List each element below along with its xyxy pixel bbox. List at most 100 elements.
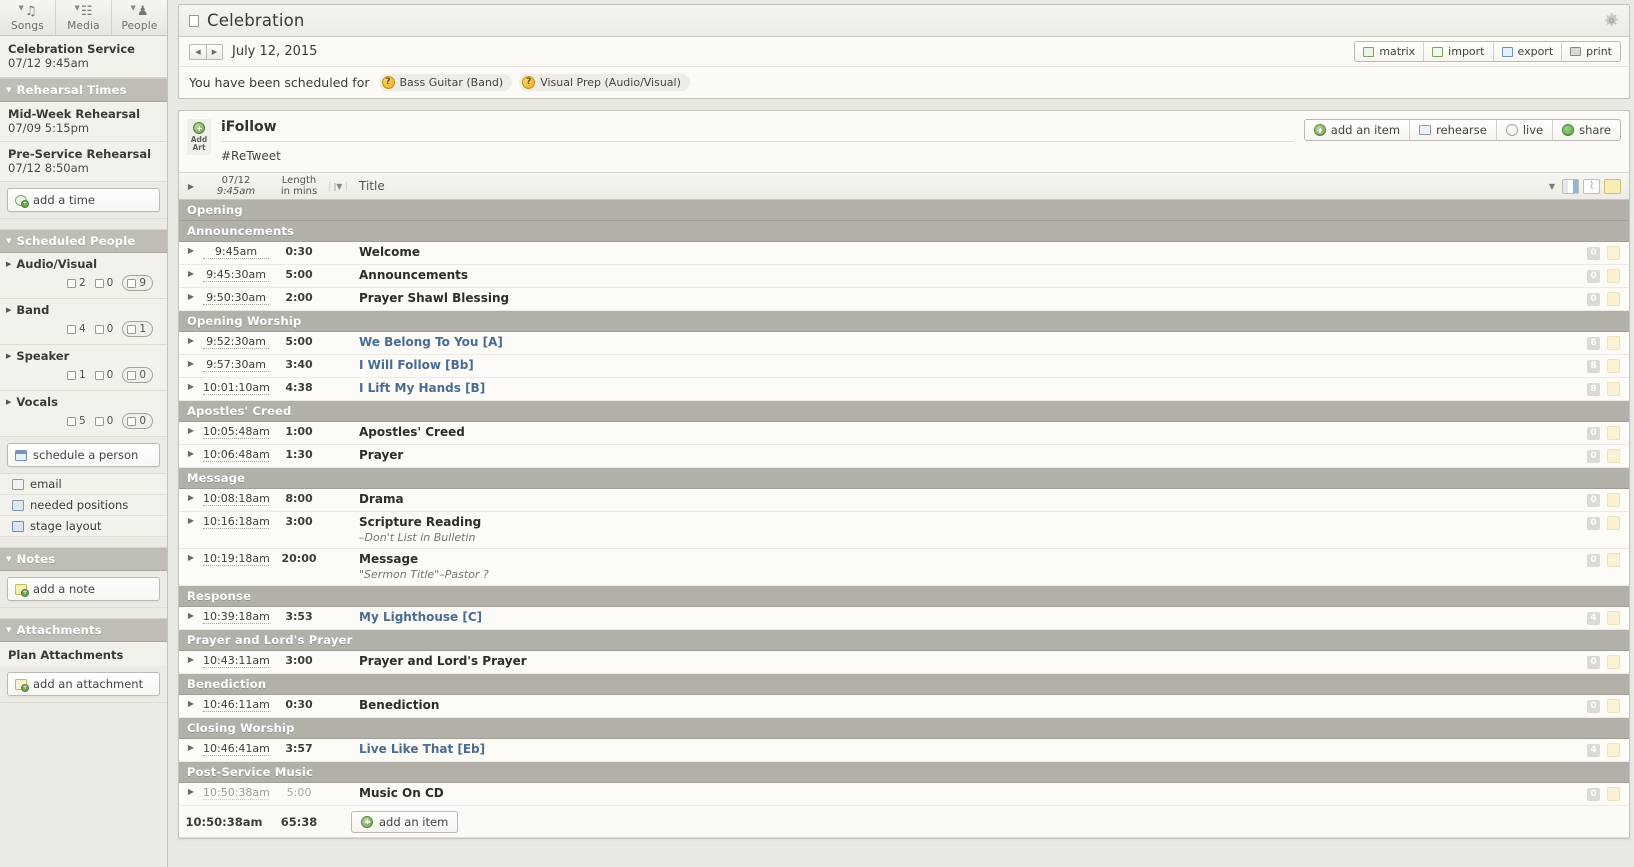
schedule-a-person-button[interactable]: schedule a person xyxy=(7,443,160,467)
scheduled-chip-bass-guitar[interactable]: ? Bass Guitar (Band) xyxy=(378,74,513,91)
live-button[interactable]: live xyxy=(1497,120,1554,140)
plan-item-attachment-count[interactable]: 0 xyxy=(1587,655,1600,669)
expand-all-toggle[interactable]: ▶ xyxy=(179,182,203,191)
plan-item-time[interactable]: 10:16:18am xyxy=(203,515,270,529)
plan-item-time[interactable]: 10:06:48am xyxy=(203,448,270,462)
plan-group-row[interactable]: Announcements xyxy=(179,221,1629,242)
sidebar-link-email[interactable]: email xyxy=(0,474,167,495)
plan-item-song-link[interactable]: I Will Follow [Bb] xyxy=(359,358,1587,373)
expand-item-icon[interactable]: ▶ xyxy=(179,381,203,391)
plan-item-attachment-count[interactable]: 0 xyxy=(1587,292,1600,306)
plan-item-time[interactable]: 10:01:10am xyxy=(203,381,270,395)
plan-item-time[interactable]: 9:50:30am xyxy=(203,291,269,305)
plan-item-time[interactable]: 9:52:30am xyxy=(203,335,269,349)
expand-item-icon[interactable]: ▶ xyxy=(179,742,203,752)
print-button[interactable]: print xyxy=(1562,42,1620,61)
people-group-vocals[interactable]: ▶ Vocals 5 0 0 xyxy=(0,391,167,437)
plan-item-note-icon[interactable] xyxy=(1607,743,1620,757)
plan-item-attachment-count[interactable]: 0 xyxy=(1587,493,1600,507)
share-button[interactable]: share xyxy=(1553,120,1620,140)
plan-item-row[interactable]: ▶ 10:46:41am 3:57 Live Like That [Eb] 4 xyxy=(179,739,1629,762)
plan-item-row[interactable]: ▶ 9:50:30am 2:00 Prayer Shawl Blessing 0 xyxy=(179,288,1629,311)
plan-item-attachment-count[interactable]: 0 xyxy=(1587,787,1600,801)
plan-item-time[interactable]: 10:46:41am xyxy=(203,742,270,756)
expand-item-icon[interactable]: ▶ xyxy=(179,245,203,255)
export-button[interactable]: export xyxy=(1494,42,1563,61)
prev-date-button[interactable]: ◀ xyxy=(189,43,206,60)
plan-item-row[interactable]: ▶ 10:05:48am 1:00 Apostles' Creed 0 xyxy=(179,422,1629,445)
plan-item-note-icon[interactable] xyxy=(1607,359,1620,373)
plan-group-row[interactable]: Benediction xyxy=(179,674,1629,695)
tab-people[interactable]: ▼ ♟ People xyxy=(112,0,167,35)
plan-item-note-icon[interactable] xyxy=(1607,336,1620,350)
expand-item-icon[interactable]: ▶ xyxy=(179,552,203,562)
sort-arrow-icon[interactable]: |▼ xyxy=(329,181,347,191)
plan-group-row[interactable]: Message xyxy=(179,468,1629,489)
plan-item-time[interactable]: 10:39:18am xyxy=(203,610,270,624)
attachment-icon[interactable] xyxy=(1583,178,1600,194)
plan-item-time[interactable]: 9:45:30am xyxy=(203,268,269,282)
plan-item-time[interactable]: 10:05:48am xyxy=(203,425,270,439)
expand-item-icon[interactable]: ▶ xyxy=(179,335,203,345)
plan-item-time[interactable]: 10:46:11am xyxy=(203,698,270,712)
plan-item-attachment-count[interactable]: 4 xyxy=(1587,743,1600,757)
expand-item-icon[interactable]: ▶ xyxy=(179,654,203,664)
plan-item-row[interactable]: ▶ 10:08:18am 8:00 Drama 0 xyxy=(179,489,1629,512)
plan-item-note-icon[interactable] xyxy=(1607,611,1620,625)
plan-item-row[interactable]: ▶ 10:01:10am 4:38 I Lift My Hands [B] 8 xyxy=(179,378,1629,401)
plan-item-note-icon[interactable] xyxy=(1607,787,1620,801)
people-group-band[interactable]: ▶ Band 4 0 1 xyxy=(0,299,167,345)
plan-item-attachment-count[interactable]: 8 xyxy=(1587,359,1600,373)
plan-item-row[interactable]: ▶ 10:46:11am 0:30 Benediction 0 xyxy=(179,695,1629,718)
plan-group-row[interactable]: Apostles' Creed xyxy=(179,401,1629,422)
expand-item-icon[interactable]: ▶ xyxy=(179,448,203,458)
plan-item-song-link[interactable]: Live Like That [Eb] xyxy=(359,742,1587,757)
plan-group-row[interactable]: Post-Service Music xyxy=(179,762,1629,783)
plan-item-time[interactable]: 9:57:30am xyxy=(203,358,269,372)
plan-item-time[interactable]: 10:19:18am xyxy=(203,552,270,566)
plan-item-song-link[interactable]: I Lift My Hands [B] xyxy=(359,381,1587,396)
plan-item-song-link[interactable]: My Lighthouse [C] xyxy=(359,610,1587,625)
next-date-button[interactable]: ▶ xyxy=(206,43,223,60)
expand-item-icon[interactable]: ▶ xyxy=(179,425,203,435)
plan-item-song-link[interactable]: We Belong To You [A] xyxy=(359,335,1587,350)
plan-item-time[interactable]: 9:45am xyxy=(203,245,269,259)
plan-item-attachment-count[interactable]: 0 xyxy=(1587,516,1600,530)
gear-icon[interactable] xyxy=(1604,13,1619,28)
expand-item-icon[interactable]: ▶ xyxy=(179,698,203,708)
plan-group-row[interactable]: Closing Worship xyxy=(179,718,1629,739)
add-attachment-button[interactable]: + add an attachment xyxy=(7,672,160,696)
plan-item-row[interactable]: ▶ 10:39:18am 3:53 My Lighthouse [C] 4 xyxy=(179,607,1629,630)
tab-media[interactable]: ▼ ☷ Media xyxy=(56,0,112,35)
expand-item-icon[interactable]: ▶ xyxy=(179,610,203,620)
plan-item-row[interactable]: ▶ 10:16:18am 3:00 Scripture Reading –Don't L… xyxy=(179,512,1629,549)
plan-item-note-icon[interactable] xyxy=(1607,553,1620,567)
plan-item-note-icon[interactable] xyxy=(1607,699,1620,713)
matrix-button[interactable]: matrix xyxy=(1355,42,1425,61)
plan-item-note-icon[interactable] xyxy=(1607,382,1620,396)
footer-add-item-button[interactable]: add an item xyxy=(351,810,459,833)
plan-item-row[interactable]: ▶ 9:45am 0:30 Welcome 0 xyxy=(179,242,1629,265)
plan-item-attachment-count[interactable]: 0 xyxy=(1587,449,1600,463)
expand-item-icon[interactable]: ▶ xyxy=(179,268,203,278)
expand-item-icon[interactable]: ▶ xyxy=(179,358,203,368)
plan-group-row[interactable]: Opening xyxy=(179,200,1629,221)
add-note-button[interactable]: + add a note xyxy=(7,577,160,601)
section-attachments[interactable]: ▼ Attachments xyxy=(0,618,167,642)
plan-item-attachment-count[interactable]: 6 xyxy=(1587,336,1600,350)
column-layout-icon[interactable] xyxy=(1562,178,1579,194)
plan-item-time[interactable]: 10:08:18am xyxy=(203,492,270,506)
expand-item-icon[interactable]: ▶ xyxy=(179,515,203,525)
plan-item-row[interactable]: ▶ 9:57:30am 3:40 I Will Follow [Bb] 8 xyxy=(179,355,1629,378)
plan-item-note-icon[interactable] xyxy=(1607,516,1620,530)
section-rehearsal-times[interactable]: ▼ Rehearsal Times xyxy=(0,78,167,102)
rehearse-button[interactable]: rehearse xyxy=(1410,120,1497,140)
plan-item-note-icon[interactable] xyxy=(1607,493,1620,507)
rehearsal-item[interactable]: Mid-Week Rehearsal 07/09 5:15pm xyxy=(0,102,167,142)
expand-item-icon[interactable]: ▶ xyxy=(179,291,203,301)
plan-item-note-icon[interactable] xyxy=(1607,655,1620,669)
plan-group-row[interactable]: Opening Worship xyxy=(179,311,1629,332)
section-notes[interactable]: ▼ Notes xyxy=(0,547,167,571)
plan-item-attachment-count[interactable]: 0 xyxy=(1587,553,1600,567)
people-group-speaker[interactable]: ▶ Speaker 1 0 0 xyxy=(0,345,167,391)
